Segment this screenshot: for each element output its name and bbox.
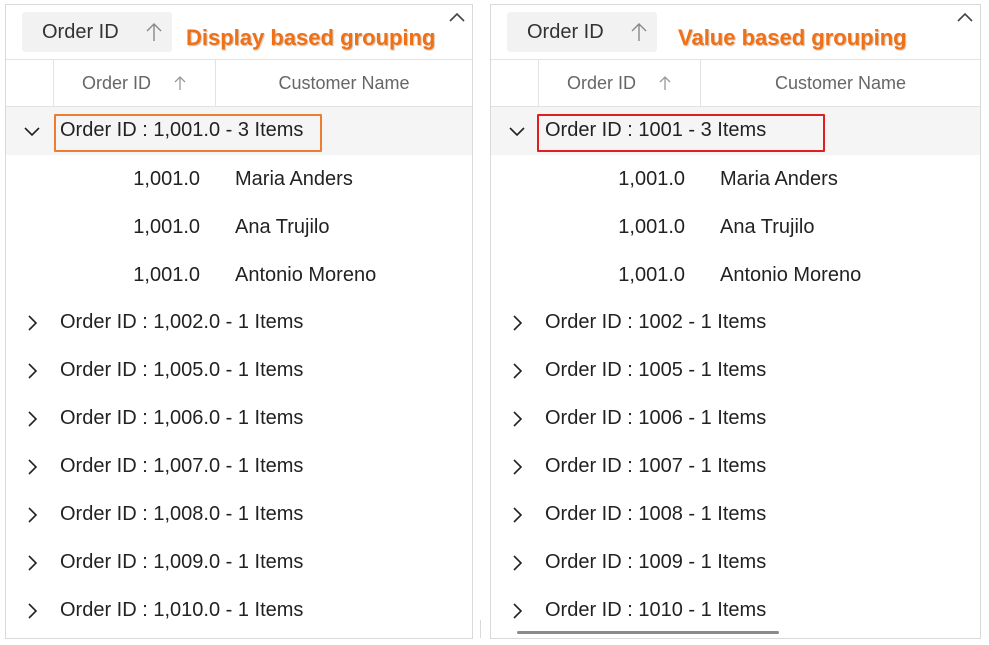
- column-header-label: Order ID: [566, 72, 636, 93]
- group-row-collapsed[interactable]: Order ID : 1006 - 1 Items: [491, 395, 980, 443]
- column-header-customer-name[interactable]: Customer Name: [701, 60, 980, 106]
- group-drop-area: Order ID Value based grouping: [491, 5, 980, 59]
- group-row-collapsed[interactable]: Order ID : 1,006.0 - 1 Items: [6, 395, 472, 443]
- group-caption: Order ID : 1,007.0 - 1 Items: [60, 455, 304, 477]
- cell-customer-name: Antonio Moreno: [720, 264, 862, 286]
- chevron-right-icon[interactable]: [507, 505, 527, 525]
- group-caption: Order ID : 1006 - 1 Items: [545, 407, 767, 429]
- group-caption: Order ID : 1,010.0 - 1 Items: [60, 599, 304, 621]
- group-caption: Order ID : 1008 - 1 Items: [545, 503, 767, 525]
- column-header-customer-name[interactable]: Customer Name: [216, 60, 472, 106]
- table-row[interactable]: 1,001.0 Antonio Moreno: [491, 251, 980, 299]
- grid-display-based: Order ID Display based grouping Order ID…: [5, 4, 473, 639]
- arrow-up-icon: [174, 76, 186, 90]
- cell-order-id: 1,001.0: [618, 264, 685, 286]
- chevron-right-icon[interactable]: [507, 409, 527, 429]
- grid-value-based: Order ID Value based grouping Order ID C…: [490, 4, 981, 639]
- chevron-right-icon[interactable]: [22, 361, 42, 381]
- group-caption: Order ID : 1,009.0 - 1 Items: [60, 551, 304, 573]
- chevron-right-icon[interactable]: [507, 601, 527, 621]
- cell-order-id: 1,001.0: [618, 168, 685, 190]
- cell-customer-name: Maria Anders: [720, 168, 838, 190]
- group-row-collapsed[interactable]: Order ID : 1,005.0 - 1 Items: [6, 347, 472, 395]
- grid-body: Order ID : 1,001.0 - 3 Items 1,001.0 Mar…: [6, 107, 472, 635]
- chevron-right-icon[interactable]: [507, 457, 527, 477]
- cell-order-id: 1,001.0: [133, 264, 200, 286]
- group-chip-label: Order ID: [527, 20, 604, 43]
- group-by-chip-order-id[interactable]: Order ID: [507, 12, 657, 52]
- chevron-right-icon[interactable]: [507, 361, 527, 381]
- group-row-expanded[interactable]: Order ID : 1001 - 3 Items: [491, 107, 980, 155]
- annotation-callout: Value based grouping: [678, 25, 907, 50]
- table-row[interactable]: 1,001.0 Antonio Moreno: [6, 251, 472, 299]
- chevron-right-icon[interactable]: [22, 457, 42, 477]
- column-header-order-id[interactable]: Order ID: [539, 60, 701, 106]
- table-row[interactable]: 1,001.0 Maria Anders: [6, 155, 472, 203]
- group-row-collapsed[interactable]: Order ID : 1002 - 1 Items: [491, 299, 980, 347]
- group-caption: Order ID : 1002 - 1 Items: [545, 311, 767, 333]
- divider: [480, 620, 481, 638]
- group-row-collapsed[interactable]: Order ID : 1007 - 1 Items: [491, 443, 980, 491]
- group-caption: Order ID : 1007 - 1 Items: [545, 455, 767, 477]
- group-row-collapsed[interactable]: Order ID : 1010 - 1 Items: [491, 587, 980, 635]
- group-row-collapsed[interactable]: Order ID : 1,009.0 - 1 Items: [6, 539, 472, 587]
- chevron-right-icon[interactable]: [22, 409, 42, 429]
- arrow-up-icon: [631, 23, 647, 41]
- cell-customer-name: Ana Trujilo: [720, 216, 815, 238]
- column-header-row: Order ID Customer Name: [6, 59, 472, 107]
- chevron-right-icon[interactable]: [22, 601, 42, 621]
- annotation-callout: Display based grouping: [186, 25, 436, 50]
- chevron-right-icon[interactable]: [22, 505, 42, 525]
- group-caption: Order ID : 1,002.0 - 1 Items: [60, 311, 304, 333]
- chevron-right-icon[interactable]: [22, 313, 42, 333]
- group-by-chip-order-id[interactable]: Order ID: [22, 12, 172, 52]
- horizontal-scrollbar[interactable]: [517, 631, 779, 634]
- chevron-down-icon[interactable]: [507, 121, 527, 141]
- group-caption: Order ID : 1005 - 1 Items: [545, 359, 767, 381]
- column-header-label: Customer Name: [774, 72, 907, 93]
- group-drop-area: Order ID Display based grouping: [6, 5, 472, 59]
- table-row[interactable]: 1,001.0 Ana Trujilo: [491, 203, 980, 251]
- group-row-collapsed[interactable]: Order ID : 1,008.0 - 1 Items: [6, 491, 472, 539]
- arrow-up-icon: [659, 76, 671, 90]
- group-caption: Order ID : 1009 - 1 Items: [545, 551, 767, 573]
- group-caption: Order ID : 1,008.0 - 1 Items: [60, 503, 304, 525]
- arrow-up-icon: [146, 23, 162, 41]
- cell-customer-name: Antonio Moreno: [235, 264, 377, 286]
- cell-customer-name: Maria Anders: [235, 168, 353, 190]
- header-indent-cell: [491, 60, 539, 106]
- chevron-right-icon[interactable]: [507, 313, 527, 333]
- group-caption: Order ID : 1010 - 1 Items: [545, 599, 767, 621]
- cell-order-id: 1,001.0: [133, 216, 200, 238]
- column-header-row: Order ID Customer Name: [491, 59, 980, 107]
- chevron-right-icon[interactable]: [22, 553, 42, 573]
- column-header-label: Order ID: [81, 72, 151, 93]
- group-row-collapsed[interactable]: Order ID : 1009 - 1 Items: [491, 539, 980, 587]
- column-header-label: Customer Name: [278, 72, 410, 93]
- group-caption: Order ID : 1001 - 3 Items: [545, 119, 767, 141]
- group-row-collapsed[interactable]: Order ID : 1005 - 1 Items: [491, 347, 980, 395]
- chevron-right-icon[interactable]: [507, 553, 527, 573]
- cell-customer-name: Ana Trujilo: [235, 216, 330, 238]
- chevron-up-icon[interactable]: [448, 11, 466, 25]
- group-caption: Order ID : 1,001.0 - 3 Items: [60, 119, 304, 141]
- column-header-order-id[interactable]: Order ID: [54, 60, 216, 106]
- group-row-collapsed[interactable]: Order ID : 1,002.0 - 1 Items: [6, 299, 472, 347]
- cell-order-id: 1,001.0: [133, 168, 200, 190]
- chevron-down-icon[interactable]: [22, 121, 42, 141]
- group-caption: Order ID : 1,006.0 - 1 Items: [60, 407, 304, 429]
- cell-order-id: 1,001.0: [618, 216, 685, 238]
- chevron-up-icon[interactable]: [956, 11, 974, 25]
- group-caption: Order ID : 1,005.0 - 1 Items: [60, 359, 304, 381]
- grid-body: Order ID : 1001 - 3 Items 1,001.0 Maria …: [491, 107, 980, 635]
- group-chip-label: Order ID: [42, 20, 119, 43]
- group-row-expanded[interactable]: Order ID : 1,001.0 - 3 Items: [6, 107, 472, 155]
- group-row-collapsed[interactable]: Order ID : 1,010.0 - 1 Items: [6, 587, 472, 635]
- table-row[interactable]: 1,001.0 Ana Trujilo: [6, 203, 472, 251]
- header-indent-cell: [6, 60, 54, 106]
- group-row-collapsed[interactable]: Order ID : 1,007.0 - 1 Items: [6, 443, 472, 491]
- group-row-collapsed[interactable]: Order ID : 1008 - 1 Items: [491, 491, 980, 539]
- table-row[interactable]: 1,001.0 Maria Anders: [491, 155, 980, 203]
